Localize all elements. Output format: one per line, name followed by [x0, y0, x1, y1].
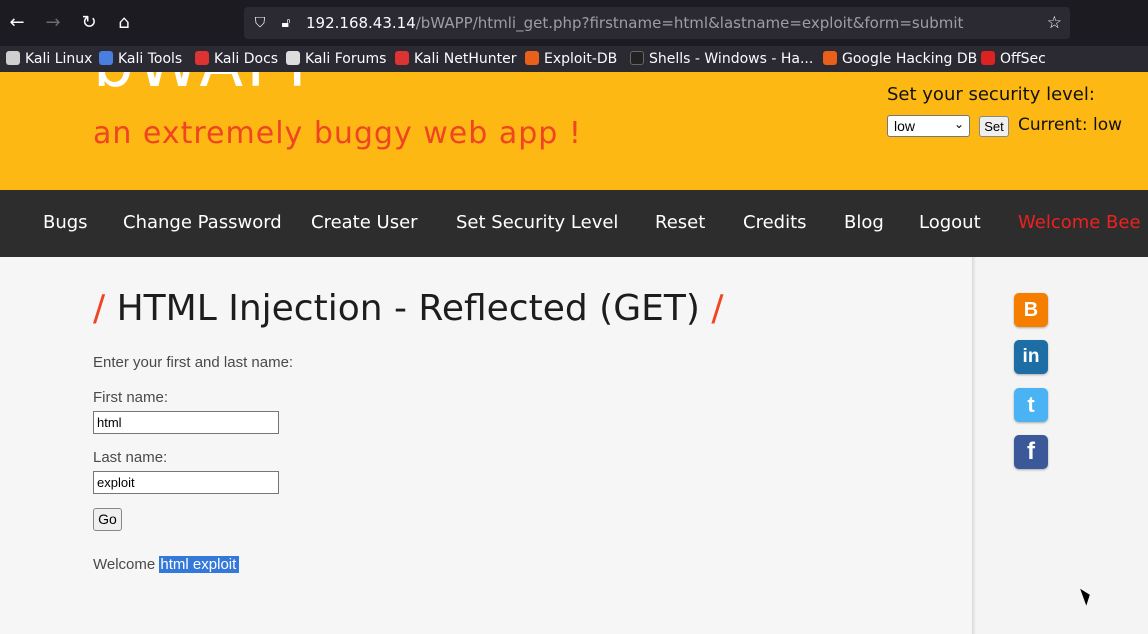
url-text[interactable]: 192.168.43.14/bWAPP/htmli_get.php?firstn… [306, 14, 963, 32]
shells-icon [630, 51, 644, 65]
bookmark-kali-nethunter[interactable]: Kali NetHunter [395, 50, 516, 68]
main-menu: Bugs Change Password Create User Set Sec… [0, 190, 1148, 257]
bookmark-label: Kali NetHunter [414, 51, 517, 67]
bookmark-shells-windows[interactable]: Shells - Windows - Ha... [630, 50, 813, 68]
url-bar[interactable]: ⛉ 🔓︎ 192.168.43.14/bWAPP/htmli_get.php?f… [244, 7, 1070, 39]
bookmark-label: Kali Forums [305, 51, 387, 67]
forward-icon[interactable]: → [41, 11, 65, 35]
offsec-icon [981, 51, 995, 65]
menu-set-security-level[interactable]: Set Security Level [456, 212, 618, 233]
url-host: 192.168.43.14 [306, 14, 416, 32]
title-slash-left: / [93, 288, 106, 329]
title-slash-right: / [711, 288, 724, 329]
linkedin-icon[interactable]: in [1014, 340, 1048, 374]
menu-create-user[interactable]: Create User [311, 212, 418, 233]
insecure-lock-icon[interactable]: 🔓︎ [278, 15, 294, 31]
bookmark-label: OffSec [1000, 51, 1046, 67]
menu-welcome-user: Welcome Bee [1018, 212, 1141, 233]
go-button[interactable]: Go [93, 508, 122, 531]
security-level-value: low [894, 118, 916, 134]
bookmark-kali-docs[interactable]: Kali Docs [195, 50, 278, 68]
exploit-db-icon [525, 51, 539, 65]
bookmark-label: Kali Linux [25, 51, 93, 67]
intro-text: Enter your first and last name: [93, 354, 294, 371]
page-title: / HTML Injection - Reflected (GET) / [93, 288, 723, 329]
security-level-label: Set your security level: [887, 84, 1095, 105]
menu-credits[interactable]: Credits [743, 212, 807, 233]
browser-toolbar: ← → ↻ ⌂ ⛉ 🔓︎ 192.168.43.14/bWAPP/htmli_g… [0, 0, 1148, 46]
reload-icon[interactable]: ↻ [77, 11, 101, 35]
bookmark-label: Shells - Windows - Ha... [649, 51, 814, 67]
bookmark-exploit-db[interactable]: Exploit-DB [525, 50, 617, 68]
facebook-icon[interactable]: f [1014, 435, 1048, 469]
site-header: bWAPP an extremely buggy web app ! Set y… [0, 72, 1148, 190]
kali-docs-icon [195, 51, 209, 65]
ghdb-icon [823, 51, 837, 65]
bookmark-kali-linux[interactable]: Kali Linux [6, 50, 92, 68]
first-name-input[interactable]: html [93, 411, 279, 434]
security-level-select[interactable]: low ⌄ [887, 115, 970, 137]
welcome-prefix: Welcome [93, 556, 156, 573]
menu-bugs[interactable]: Bugs [43, 212, 88, 233]
set-security-button[interactable]: Set [979, 116, 1009, 137]
menu-logout[interactable]: Logout [919, 212, 981, 233]
url-path: /bWAPP/htmli_get.php?firstname=html&last… [415, 14, 964, 32]
chevron-down-icon: ⌄ [953, 117, 964, 131]
mouse-cursor-icon [1080, 586, 1093, 606]
bookmark-offsec[interactable]: OffSec [981, 50, 1046, 68]
content-divider [972, 257, 976, 634]
bookmark-label: Kali Tools [118, 51, 183, 67]
kali-linux-icon [6, 51, 20, 65]
bookmark-star-icon[interactable]: ☆ [1047, 13, 1062, 33]
welcome-message: Welcome html exploit [93, 556, 240, 573]
menu-change-password[interactable]: Change Password [123, 212, 282, 233]
back-icon[interactable]: ← [5, 11, 29, 35]
bookmark-kali-forums[interactable]: Kali Forums [286, 50, 386, 68]
page-title-text: HTML Injection - Reflected (GET) [116, 288, 700, 329]
current-label: Current: [1018, 115, 1088, 135]
home-icon[interactable]: ⌂ [112, 11, 136, 35]
kali-nethunter-icon [395, 51, 409, 65]
bookmark-label: Exploit-DB [544, 51, 618, 67]
welcome-name-selected: html exploit [159, 556, 240, 573]
shield-icon[interactable]: ⛉ [252, 15, 268, 31]
current-security: Current: low [1018, 115, 1122, 135]
kali-forums-icon [286, 51, 300, 65]
blogger-icon[interactable]: B [1014, 293, 1048, 327]
current-value: low [1092, 115, 1123, 135]
bookmark-kali-tools[interactable]: Kali Tools [99, 50, 182, 68]
menu-reset[interactable]: Reset [655, 212, 705, 233]
bookmark-label: Google Hacking DB [842, 51, 978, 67]
site-tagline: an extremely buggy web app ! [93, 116, 582, 151]
last-name-label: Last name: [93, 449, 168, 466]
bookmark-label: Kali Docs [214, 51, 279, 67]
twitter-icon[interactable]: t [1014, 388, 1048, 422]
last-name-input[interactable]: exploit [93, 471, 279, 494]
bookmark-google-hacking-db[interactable]: Google Hacking DB [823, 50, 977, 68]
site-logo[interactable]: bWAPP [93, 72, 329, 102]
menu-blog[interactable]: Blog [844, 212, 884, 233]
bookmarks-bar: Kali Linux Kali Tools Kali Docs Kali For… [0, 46, 1148, 72]
kali-tools-icon [99, 51, 113, 65]
first-name-label: First name: [93, 389, 169, 406]
